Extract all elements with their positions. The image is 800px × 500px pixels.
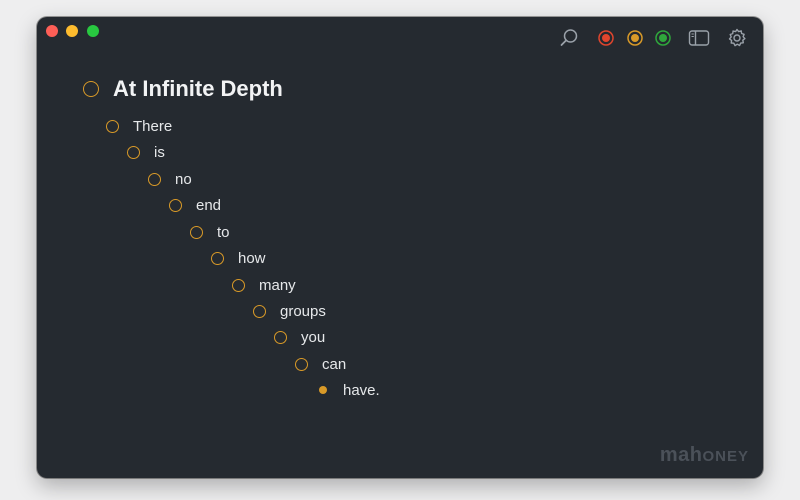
orange-filter-button[interactable] [624, 27, 646, 49]
group-bullet-icon[interactable] [127, 145, 140, 159]
outline-item[interactable]: how [211, 246, 266, 270]
orange-filter-icon [627, 30, 643, 46]
settings-gear-icon [728, 28, 746, 47]
outline-item-text[interactable]: have. [343, 382, 380, 399]
outline-item-text[interactable]: end [196, 197, 221, 214]
outline-item-text[interactable]: can [322, 356, 346, 373]
outline-item[interactable]: many [232, 273, 296, 297]
outline-item[interactable]: can [295, 352, 346, 376]
outline-item-text[interactable]: There [133, 118, 172, 135]
window-close-button[interactable] [46, 25, 58, 37]
outline-title-row[interactable]: At Infinite Depth [83, 75, 283, 103]
group-bullet-icon[interactable] [106, 119, 119, 133]
green-filter-button[interactable] [652, 27, 674, 49]
outline-item[interactable]: is [127, 140, 165, 164]
app-logo-watermark: mahONEY [660, 444, 749, 467]
outline-item-text[interactable]: no [175, 171, 192, 188]
group-bullet-icon[interactable] [295, 357, 308, 371]
outline-item[interactable]: to [190, 220, 230, 244]
window-maximize-button[interactable] [87, 25, 99, 37]
outline-item[interactable]: groups [253, 299, 326, 323]
outline-item-text[interactable]: groups [280, 303, 326, 320]
app-window: At Infinite Depth There is no end to how… [37, 17, 763, 478]
watermark-main: mah [659, 444, 703, 466]
sidebar-toggle-button[interactable] [688, 27, 710, 49]
group-bullet-icon[interactable] [169, 198, 182, 212]
group-bullet-icon[interactable] [253, 304, 266, 318]
green-filter-icon [655, 30, 671, 46]
red-filter-button[interactable] [595, 27, 617, 49]
outline-item[interactable]: you [274, 325, 325, 349]
outline-item-text[interactable]: many [259, 277, 296, 294]
outline-item-text[interactable]: to [217, 224, 230, 241]
group-bullet-icon[interactable] [148, 172, 161, 186]
outline-item-text[interactable]: you [301, 329, 325, 346]
red-filter-icon [598, 30, 614, 46]
outline-item-text[interactable]: is [154, 144, 165, 161]
group-bullet-icon[interactable] [211, 251, 224, 265]
settings-button[interactable] [726, 27, 748, 49]
outline-item[interactable]: end [169, 193, 221, 217]
outline-item-text[interactable]: how [238, 250, 266, 267]
title-bullet-icon[interactable] [83, 81, 99, 97]
group-bullet-icon[interactable] [190, 225, 203, 239]
search-icon [560, 29, 578, 46]
outline-item[interactable]: There [106, 114, 172, 138]
sidebar-toggle-icon [688, 30, 710, 46]
group-bullet-icon[interactable] [274, 330, 287, 344]
outline-title[interactable]: At Infinite Depth [113, 76, 283, 102]
outline-item[interactable]: have. [316, 378, 380, 402]
outline-item[interactable]: no [148, 167, 192, 191]
item-dot-icon[interactable] [319, 386, 327, 394]
watermark-small: ONEY [702, 448, 749, 465]
search-button[interactable] [558, 27, 580, 49]
window-minimize-button[interactable] [66, 25, 78, 37]
group-bullet-icon[interactable] [232, 278, 245, 292]
